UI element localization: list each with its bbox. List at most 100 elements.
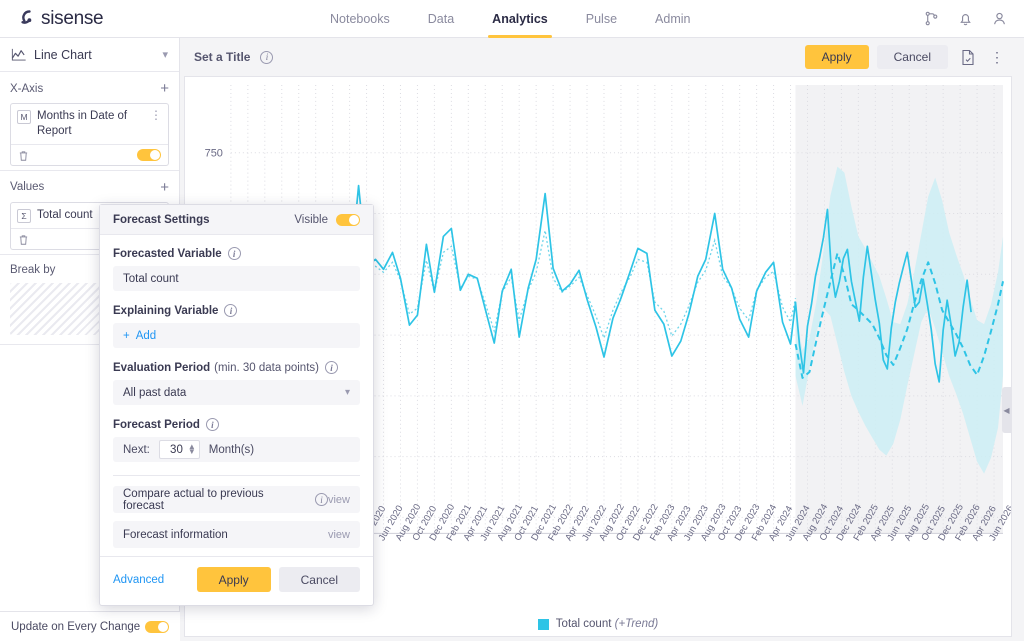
forecast-period-label: Forecast Period <box>113 418 200 431</box>
xaxis-visibility-toggle[interactable] <box>137 148 161 161</box>
values-header: Values + <box>10 180 169 195</box>
xaxis-field-label: Months in Date of Report <box>37 110 128 137</box>
forecasted-variable-field[interactable]: Total count <box>113 266 360 291</box>
compare-forecast-row[interactable]: Compare actual to previous forecast i vi… <box>113 486 360 513</box>
top-bar-icons <box>923 10 1024 27</box>
add-explaining-variable-button[interactable]: + Add <box>113 323 360 348</box>
info-icon[interactable]: i <box>324 361 338 374</box>
chart-type-label: Line Chart <box>34 47 92 62</box>
divider <box>113 475 360 476</box>
stepper-arrows-icon[interactable]: ▲ ▼ <box>188 442 196 455</box>
nav-item-data[interactable]: Data <box>428 0 454 38</box>
forecasted-variable-value: Total count <box>123 272 179 285</box>
forecast-period-field: Next: 30 ▲ ▼ Month(s) <box>113 437 360 462</box>
kebab-menu-icon[interactable]: ⋮ <box>984 50 1010 64</box>
user-icon[interactable] <box>991 10 1008 27</box>
forecast-information-view-link[interactable]: view <box>328 529 350 541</box>
forecast-settings-header: Forecast Settings Visible <box>100 205 373 235</box>
xaxis-title: X-Axis <box>10 82 44 95</box>
bell-icon[interactable] <box>957 10 974 27</box>
breakby-title: Break by <box>10 263 56 276</box>
nav-item-notebooks[interactable]: Notebooks <box>330 0 390 38</box>
compare-forecast-label: Compare actual to previous forecast <box>123 487 264 512</box>
explaining-variable-label: Explaining Variable <box>113 304 219 317</box>
add-value-icon[interactable]: + <box>160 180 169 195</box>
update-on-change-toggle[interactable] <box>145 620 169 633</box>
export-document-icon[interactable] <box>960 49 976 66</box>
dimension-badge: M <box>17 110 31 124</box>
add-xaxis-icon[interactable]: + <box>160 81 169 96</box>
visible-toggle-group: Visible <box>294 213 360 226</box>
forecasted-variable-label: Forecasted Variable <box>113 247 222 260</box>
panel-collapse-handle[interactable]: ◀ <box>1002 387 1011 433</box>
app-root: sisense Notebooks Data Analytics Pulse A… <box>0 0 1024 641</box>
xaxis-header: X-Axis + <box>10 81 169 96</box>
forecast-settings-body: Forecasted Variable i Total count Explai… <box>100 235 373 548</box>
nav-item-pulse[interactable]: Pulse <box>586 0 617 38</box>
add-explaining-variable-label: Add <box>135 329 157 342</box>
forecast-period-label-row: Forecast Period i <box>113 418 360 431</box>
forecast-information-label: Forecast information <box>123 528 228 541</box>
values-title: Values <box>10 181 45 194</box>
forecast-footer-buttons: Apply Cancel <box>196 567 360 592</box>
forecast-period-stepper[interactable]: 30 ▲ ▼ <box>158 440 200 459</box>
top-bar: sisense Notebooks Data Analytics Pulse A… <box>0 0 1024 38</box>
xaxis-field-actions <box>11 143 168 165</box>
chart-toolbar: Set a Title i Apply Cancel ⋮ <box>180 38 1024 76</box>
info-icon[interactable]: i <box>315 493 328 506</box>
forecast-period-value: 30 <box>170 443 183 456</box>
trash-icon[interactable] <box>18 233 29 245</box>
legend-label[interactable]: Total count (+Trend) <box>556 618 658 630</box>
stepper-down-icon[interactable]: ▼ <box>188 447 196 455</box>
legend-swatch <box>537 618 549 630</box>
apply-button[interactable]: Apply <box>804 45 869 69</box>
ytick-750: 750 <box>205 148 223 160</box>
evaluation-period-select[interactable]: All past data ▾ <box>113 380 360 405</box>
legend-trend-suffix: (+Trend) <box>614 618 659 630</box>
forecast-apply-button[interactable]: Apply <box>196 567 271 592</box>
explaining-variable-label-row: Explaining Variable i <box>113 304 360 317</box>
xaxis-section: X-Axis + M Months in Date of Report ⋮ <box>0 72 179 171</box>
info-icon[interactable]: i <box>227 247 241 260</box>
forecast-period-next-label: Next: <box>123 443 150 456</box>
info-icon[interactable]: i <box>224 304 238 317</box>
sisense-logo-icon <box>16 7 36 31</box>
update-on-change-row: Update on Every Change <box>0 611 180 641</box>
brand-logo[interactable]: sisense <box>0 7 330 31</box>
main-nav: Notebooks Data Analytics Pulse Admin <box>330 0 690 38</box>
cancel-button[interactable]: Cancel <box>876 45 948 69</box>
info-icon[interactable]: i <box>260 50 274 64</box>
info-icon[interactable]: i <box>205 418 219 431</box>
chart-legend: Total count (+Trend) <box>185 618 1011 630</box>
forecast-information-row[interactable]: Forecast information view <box>113 521 360 548</box>
line-chart-icon <box>11 48 27 62</box>
forecast-visible-toggle[interactable] <box>336 213 360 226</box>
xaxis-field[interactable]: M Months in Date of Report ⋮ <box>11 104 168 144</box>
measure-badge: Σ <box>17 208 31 223</box>
kebab-menu-icon[interactable]: ⋮ <box>150 108 162 122</box>
chart-type-selector[interactable]: Line Chart ▾ <box>0 38 179 72</box>
compare-forecast-view-link[interactable]: view <box>328 494 350 506</box>
plus-icon: + <box>123 329 130 342</box>
advanced-link[interactable]: Advanced <box>113 574 164 586</box>
forecast-settings-footer: Advanced Apply Cancel <box>100 556 373 605</box>
visible-label: Visible <box>294 213 328 226</box>
update-on-change-label: Update on Every Change <box>11 620 141 633</box>
chart-title-input[interactable]: Set a Title <box>194 50 250 64</box>
nav-item-admin[interactable]: Admin <box>655 0 690 38</box>
forecast-settings-title: Forecast Settings <box>113 213 210 226</box>
chevron-down-icon: ▾ <box>162 49 168 61</box>
forecast-cancel-button[interactable]: Cancel <box>278 567 360 592</box>
forecast-period-unit-label: Month(s) <box>208 443 255 456</box>
evaluation-period-label: Evaluation Period <box>113 361 211 374</box>
toolbar-actions: Apply Cancel ⋮ <box>804 45 1010 69</box>
trash-icon[interactable] <box>18 149 29 161</box>
forecast-settings-popover: Forecast Settings Visible Forecasted Var… <box>99 204 374 606</box>
branch-icon[interactable] <box>923 10 940 27</box>
evaluation-period-label-row: Evaluation Period (min. 30 data points) … <box>113 361 360 374</box>
xaxis-field-card: M Months in Date of Report ⋮ <box>10 103 169 166</box>
chevron-down-icon: ▾ <box>344 387 350 398</box>
nav-item-analytics[interactable]: Analytics <box>488 0 552 38</box>
evaluation-period-value: All past data <box>123 386 187 399</box>
forecasted-variable-label-row: Forecasted Variable i <box>113 247 360 260</box>
